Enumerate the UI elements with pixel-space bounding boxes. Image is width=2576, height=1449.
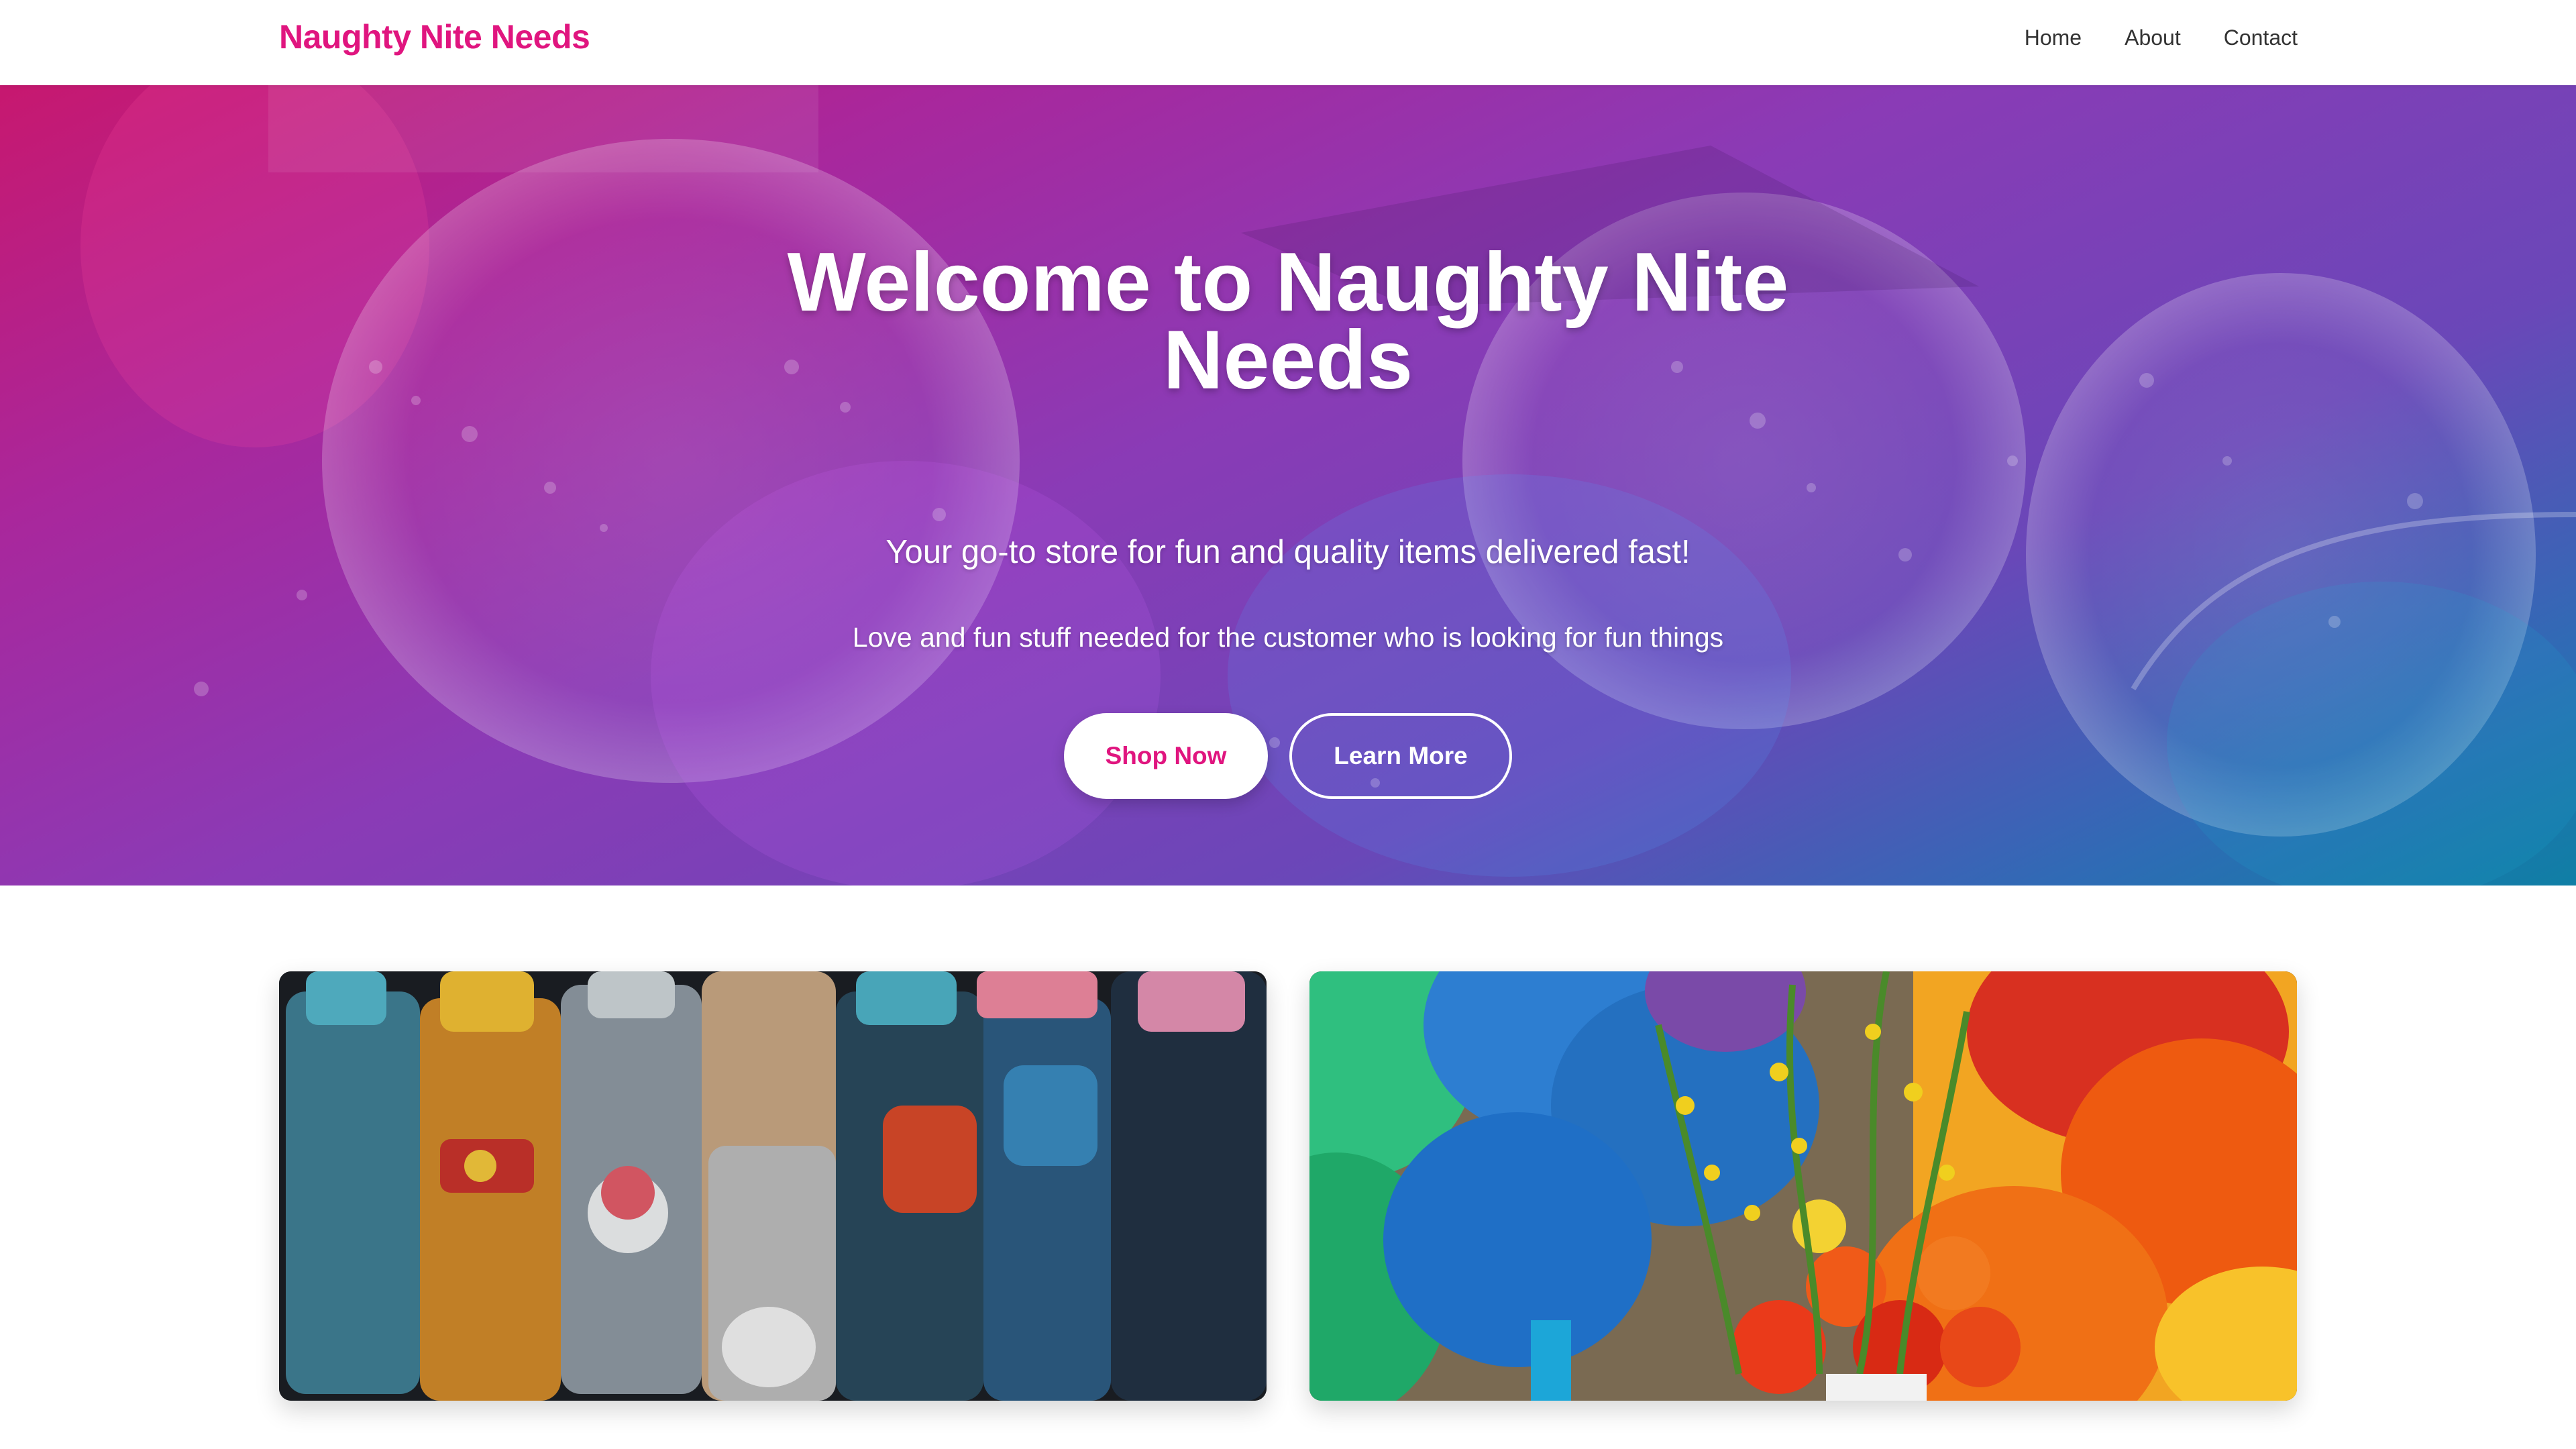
hero-description: Love and fun stuff needed for the custom… <box>852 622 1724 653</box>
brand-logo-text[interactable]: Naughty Nite Needs <box>279 17 590 56</box>
colorful-water-bottles-image <box>279 971 1267 1401</box>
nav-contact-link[interactable]: Contact <box>2224 25 2298 50</box>
product-card-water-bottles[interactable] <box>279 971 1267 1401</box>
nav-home-link[interactable]: Home <box>2025 25 2082 50</box>
site-header: Naughty Nite Needs Home About Contact <box>0 0 2576 85</box>
hero-title: Welcome to Naughty Nite Needs <box>787 236 1789 407</box>
learn-more-button[interactable]: Learn More <box>1289 713 1512 799</box>
balloons-and-flowers-image <box>1309 971 2297 1401</box>
hero-content: Welcome to Naughty Nite Needs Your go-to… <box>0 85 2576 885</box>
hero-section: Welcome to Naughty Nite Needs Your go-to… <box>0 85 2576 885</box>
product-card-balloons[interactable] <box>1309 971 2297 1401</box>
nav-about-link[interactable]: About <box>2125 25 2181 50</box>
hero-tagline: Your go-to store for fun and quality ite… <box>885 534 1690 570</box>
shop-now-button[interactable]: Shop Now <box>1064 713 1268 799</box>
main-nav: Home About Contact <box>2025 25 2298 50</box>
